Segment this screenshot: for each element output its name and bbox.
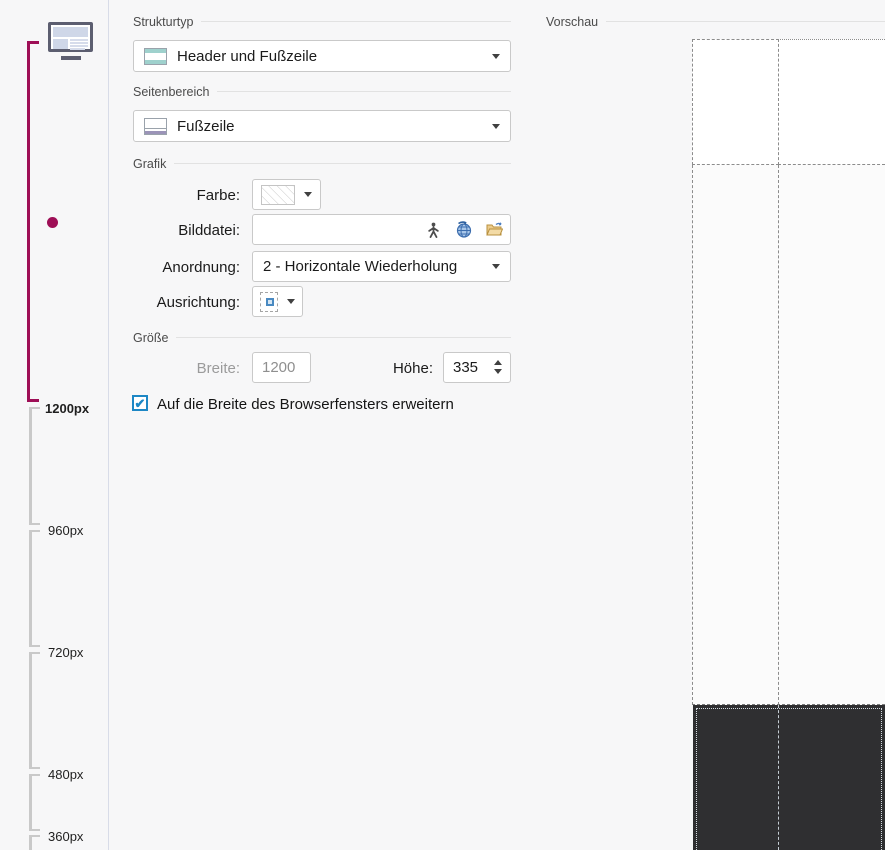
breite-input xyxy=(252,352,311,383)
anordnung-dropdown[interactable]: 2 - Horizontale Wiederholung xyxy=(252,251,511,282)
ruler-track xyxy=(29,530,32,647)
ruler-track xyxy=(29,835,32,850)
seitenbereich-dropdown[interactable]: Fußzeile xyxy=(133,110,511,142)
divider xyxy=(174,163,511,164)
group-strukturtyp: Strukturtyp xyxy=(133,14,511,29)
selection-outline xyxy=(696,708,882,850)
desktop-viewport-icon xyxy=(48,22,93,52)
person-icon[interactable] xyxy=(426,222,441,238)
divider xyxy=(176,337,511,338)
alignment-center-icon xyxy=(260,291,278,312)
breakpoint-720px[interactable]: 720px xyxy=(48,646,103,660)
ruler-track xyxy=(29,774,32,831)
spin-down-icon[interactable] xyxy=(494,369,502,374)
browser-width-checkbox[interactable]: ✔ xyxy=(132,395,148,411)
preview-header-right-cell[interactable] xyxy=(778,39,885,165)
divider xyxy=(217,91,511,92)
hoehe-spinner[interactable] xyxy=(494,360,502,374)
grafik-label: Grafik xyxy=(133,156,167,171)
footer-area-icon xyxy=(144,117,167,135)
ruler-track xyxy=(29,652,32,769)
structure-editor-window: 1200px 960px 720px 480px 360px Strukturt… xyxy=(0,0,885,850)
anordnung-label: Anordnung: xyxy=(162,259,240,276)
breakpoint-960px[interactable]: 960px xyxy=(48,524,103,538)
strukturtyp-value: Header und Fußzeile xyxy=(177,47,318,65)
ruler-tick xyxy=(29,645,40,647)
chevron-down-icon xyxy=(492,264,500,269)
header-footer-layout-icon xyxy=(144,47,167,65)
preview-footer-selected[interactable] xyxy=(693,705,885,850)
breakpoint-480px[interactable]: 480px xyxy=(48,768,103,782)
preview-content-area[interactable] xyxy=(692,165,885,705)
ruler-tick xyxy=(29,829,40,831)
ruler-position-dot[interactable] xyxy=(47,217,58,228)
preview-column-divider xyxy=(778,165,780,705)
chevron-down-icon xyxy=(287,299,295,304)
divider xyxy=(606,21,885,22)
ausrichtung-picker[interactable] xyxy=(252,286,303,317)
chevron-down-icon xyxy=(492,53,500,59)
seitenbereich-label: Seitenbereich xyxy=(133,84,210,99)
ruler-tick xyxy=(29,523,40,525)
globe-icon[interactable] xyxy=(455,221,472,238)
bilddatei-label: Bilddatei: xyxy=(178,222,240,239)
transparent-color-swatch xyxy=(261,184,295,205)
breakpoint-1200px[interactable]: 1200px xyxy=(45,402,100,416)
ausrichtung-label: Ausrichtung: xyxy=(156,294,240,311)
browser-width-checkbox-label[interactable]: Auf die Breite des Browserfensters erwei… xyxy=(157,396,454,413)
strukturtyp-label: Strukturtyp xyxy=(133,14,194,29)
chevron-down-icon xyxy=(492,123,500,129)
farbe-label: Farbe: xyxy=(196,187,240,204)
bilddatei-field-wrap xyxy=(252,214,511,245)
seitenbereich-value: Fußzeile xyxy=(177,117,235,135)
open-folder-icon[interactable] xyxy=(486,222,503,237)
ruler-tick xyxy=(29,767,40,769)
hoehe-label: Höhe: xyxy=(392,360,433,377)
group-seitenbereich: Seitenbereich xyxy=(133,84,511,99)
hoehe-field-wrap xyxy=(443,352,511,383)
divider xyxy=(201,21,511,22)
anordnung-value: 2 - Horizontale Wiederholung xyxy=(263,258,458,275)
chevron-down-icon xyxy=(304,192,312,197)
monitor-stand xyxy=(61,56,81,60)
breite-label: Breite: xyxy=(196,360,240,377)
groesse-label: Größe xyxy=(133,330,169,345)
spin-up-icon[interactable] xyxy=(494,360,502,365)
ruler-active-bottom-tick xyxy=(27,399,39,402)
farbe-color-picker[interactable] xyxy=(252,179,321,210)
preview-header-left-cell[interactable] xyxy=(692,39,779,165)
group-groesse: Größe xyxy=(133,330,511,345)
breakpoint-360px[interactable]: 360px xyxy=(48,830,103,844)
panel-divider xyxy=(108,0,109,850)
group-grafik: Grafik xyxy=(133,156,511,171)
ruler-track xyxy=(29,407,32,525)
group-vorschau: Vorschau xyxy=(546,14,885,29)
ruler-active-range xyxy=(27,41,30,402)
vorschau-label: Vorschau xyxy=(546,14,599,29)
strukturtyp-dropdown[interactable]: Header und Fußzeile xyxy=(133,40,511,72)
check-icon: ✔ xyxy=(134,395,146,411)
